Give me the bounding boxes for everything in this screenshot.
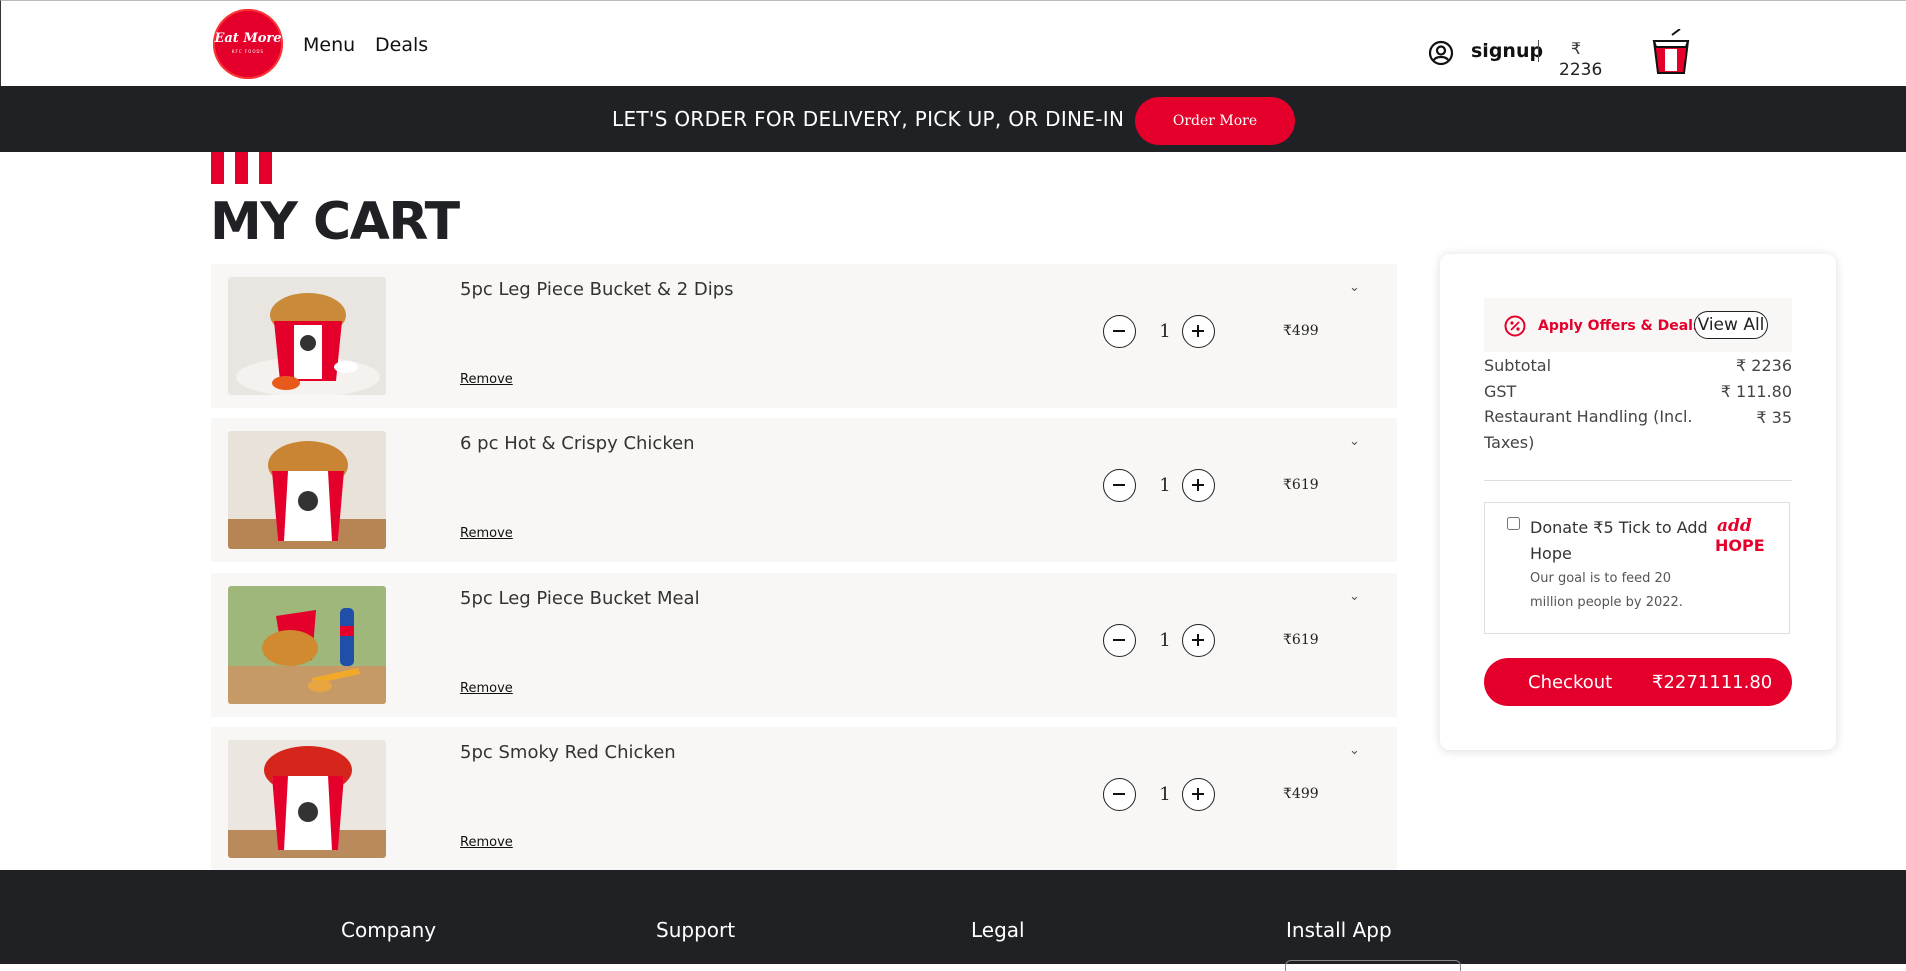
remove-link[interactable]: Remove (460, 372, 513, 387)
handling-row: Restaurant Handling (Incl. Taxes) ₹ 35 (1484, 407, 1792, 460)
plus-icon (1192, 479, 1204, 491)
minus-icon (1113, 639, 1125, 641)
footer-company-heading: Company (341, 918, 437, 942)
handling-label: Restaurant Handling (Incl. Taxes) (1484, 407, 1693, 452)
discount-icon (1504, 315, 1526, 337)
logo-subtext: KFC FOODS (231, 49, 265, 54)
footer-support-heading: Support (656, 918, 736, 942)
decrease-qty-button[interactable] (1103, 624, 1136, 657)
nav-deals-link[interactable]: Deals (375, 34, 428, 56)
minus-icon (1113, 484, 1125, 486)
item-price: ₹619 (1283, 477, 1319, 493)
plus-icon (1192, 788, 1204, 800)
subtotal-label: Subtotal (1484, 356, 1552, 375)
minus-icon (1113, 793, 1125, 795)
banner-text: LET'S ORDER FOR DELIVERY, PICK UP, OR DI… (612, 107, 1125, 131)
remove-link[interactable]: Remove (460, 681, 513, 696)
cart-item: 5pc Leg Piece Bucket Meal Remove ⌄ 1 ₹61… (211, 573, 1397, 717)
footer: Company Support Legal Install App (0, 870, 1906, 971)
page-title: MY CART (210, 192, 460, 252)
increase-qty-button[interactable] (1182, 315, 1215, 348)
item-quantity: 1 (1159, 475, 1171, 496)
increase-qty-button[interactable] (1182, 469, 1215, 502)
donate-checkbox[interactable] (1507, 517, 1520, 530)
gst-value: ₹ 111.80 (1720, 382, 1792, 401)
decrease-qty-button[interactable] (1103, 778, 1136, 811)
divider (1538, 40, 1539, 62)
chevron-down-icon[interactable]: ⌄ (1349, 743, 1360, 758)
cart-currency-symbol: ₹ (1571, 39, 1582, 58)
donate-title: Donate ₹5 Tick to Add Hope (1530, 518, 1708, 563)
product-image (228, 586, 386, 704)
plus-icon (1192, 634, 1204, 646)
handling-value: ₹ 35 (1756, 408, 1792, 427)
cart-item: 5pc Smoky Red Chicken Remove ⌄ 1 ₹499 (211, 727, 1397, 871)
item-name: 5pc Leg Piece Bucket Meal (460, 588, 700, 609)
product-image (228, 740, 386, 858)
decrease-qty-button[interactable] (1103, 469, 1136, 502)
offers-bar[interactable]: Apply Offers & Deals View All (1484, 298, 1792, 352)
apply-offers-link[interactable]: Apply Offers & Deals (1538, 318, 1701, 334)
chevron-down-icon[interactable]: ⌄ (1349, 280, 1360, 295)
brand-stripes (211, 152, 273, 184)
add-hope-logo: add HOPE (1715, 516, 1765, 555)
user-circle-icon[interactable] (1428, 40, 1454, 66)
order-more-button[interactable]: Order More (1135, 97, 1295, 145)
subtotal-value: ₹ 2236 (1736, 356, 1792, 375)
brand-logo[interactable]: Eat More KFC FOODS (213, 9, 283, 79)
decrease-qty-button[interactable] (1103, 315, 1136, 348)
item-quantity: 1 (1159, 321, 1171, 342)
increase-qty-button[interactable] (1182, 624, 1215, 657)
product-image (228, 431, 386, 549)
app-store-badge[interactable] (1285, 960, 1461, 971)
increase-qty-button[interactable] (1182, 778, 1215, 811)
product-image (228, 277, 386, 395)
footer-legal-heading: Legal (971, 918, 1025, 942)
order-banner: LET'S ORDER FOR DELIVERY, PICK UP, OR DI… (0, 86, 1906, 152)
item-quantity: 1 (1159, 630, 1171, 651)
item-name: 5pc Smoky Red Chicken (460, 742, 676, 763)
logo-text: Eat More (214, 31, 282, 46)
top-navbar: Eat More KFC FOODS Menu Deals signup ₹ 2… (0, 0, 1906, 86)
cart-total-amount: 2236 (1559, 60, 1603, 80)
item-name: 6 pc Hot & Crispy Chicken (460, 433, 695, 454)
nav-menu-link[interactable]: Menu (303, 34, 355, 56)
remove-link[interactable]: Remove (460, 526, 513, 541)
summary-divider (1484, 480, 1792, 481)
minus-icon (1113, 330, 1125, 332)
remove-link[interactable]: Remove (460, 835, 513, 850)
item-quantity: 1 (1159, 784, 1171, 805)
svg-text:HOPE: HOPE (1715, 536, 1765, 555)
footer-install-app-heading: Install App (1286, 918, 1392, 942)
gst-label: GST (1484, 382, 1517, 401)
donate-subtext: Our goal is to feed 20 million people by… (1530, 571, 1683, 610)
plus-icon (1192, 325, 1204, 337)
signup-link[interactable]: signup (1471, 40, 1543, 62)
chevron-down-icon[interactable]: ⌄ (1349, 589, 1360, 604)
item-name: 5pc Leg Piece Bucket & 2 Dips (460, 279, 734, 300)
cart-item: 5pc Leg Piece Bucket & 2 Dips Remove ⌄ 1… (211, 264, 1397, 408)
item-price: ₹499 (1283, 786, 1319, 802)
order-summary-card: Apply Offers & Deals View All Subtotal ₹… (1440, 254, 1836, 750)
view-all-button[interactable]: View All (1694, 311, 1768, 339)
item-price: ₹499 (1283, 323, 1319, 339)
checkout-label: Checkout (1528, 672, 1613, 693)
checkout-amount: ₹2271111.80 (1652, 672, 1773, 693)
bucket-icon[interactable] (1650, 29, 1692, 77)
svg-text:add: add (1717, 516, 1752, 536)
donate-box: Donate ₹5 Tick to Add Hope Our goal is t… (1484, 502, 1790, 634)
chevron-down-icon[interactable]: ⌄ (1349, 434, 1360, 449)
checkout-button[interactable]: Checkout ₹2271111.80 (1484, 658, 1792, 706)
cart-item: 6 pc Hot & Crispy Chicken Remove ⌄ 1 ₹61… (211, 418, 1397, 562)
item-price: ₹619 (1283, 632, 1319, 648)
